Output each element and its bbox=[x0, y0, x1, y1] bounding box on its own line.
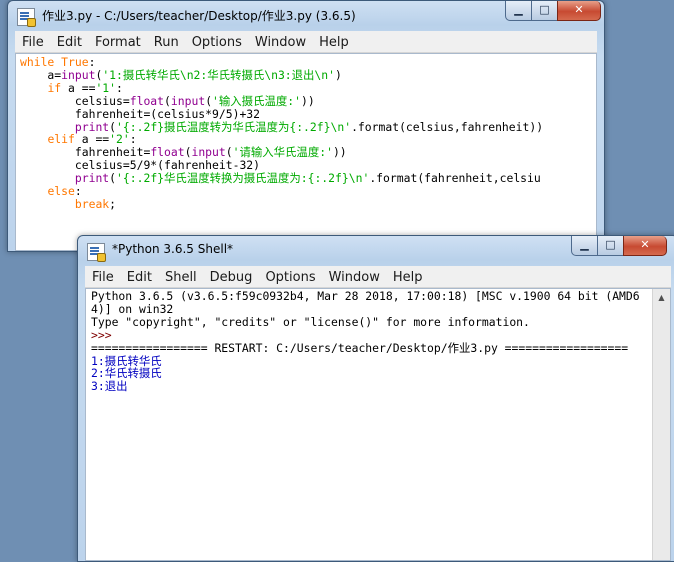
editor-code-area[interactable]: while True: a=input('1:摄氏转华氏\n2:华氏转摄氏\n3… bbox=[15, 53, 597, 251]
shell-output-line: 2:华氏转摄氏 bbox=[91, 366, 162, 381]
shell-close-button[interactable]: ✕ bbox=[623, 236, 667, 256]
code-line: elif a =='2': bbox=[47, 132, 137, 147]
menu-format[interactable]: Format bbox=[88, 32, 147, 51]
shell-line: 4)] on win32 bbox=[91, 301, 174, 316]
menu-file[interactable]: File bbox=[85, 267, 120, 286]
shell-line: Type "copyright", "credits" or "license(… bbox=[91, 314, 530, 329]
restart-banner: ================= RESTART: C:/Users/teac… bbox=[91, 340, 629, 355]
code-line: if a =='1': bbox=[47, 80, 123, 95]
code-line: print('{:.2f}华氏温度转换为摄氏温度为:{:.2f}\n'.form… bbox=[74, 171, 541, 186]
minimize-button[interactable]: ▁ bbox=[505, 1, 532, 21]
shell-maximize-button[interactable]: □ bbox=[597, 236, 624, 256]
close-icon: ✕ bbox=[574, 3, 584, 16]
editor-menubar: File Edit Format Run Options Window Help bbox=[15, 31, 597, 53]
maximize-icon: □ bbox=[539, 3, 550, 16]
menu-shell[interactable]: Shell bbox=[158, 267, 203, 286]
scroll-up-arrow-icon[interactable]: ▲ bbox=[653, 289, 670, 306]
code-line: celsius=5/9*(fahrenheit-32) bbox=[20, 158, 261, 173]
menu-debug[interactable]: Debug bbox=[203, 267, 259, 286]
menu-options[interactable]: Options bbox=[185, 32, 248, 51]
shell-output-line: 3:退出 bbox=[91, 379, 128, 394]
idle-file-icon bbox=[17, 8, 36, 27]
shell-titlebar[interactable]: *Python 3.6.5 Shell* ▁ □ ✕ bbox=[78, 236, 674, 266]
maximize-icon: □ bbox=[605, 238, 616, 251]
menu-edit[interactable]: Edit bbox=[50, 32, 88, 51]
shell-output-area[interactable]: Python 3.6.5 (v3.6.5:f59c0932b4, Mar 28 … bbox=[85, 288, 671, 561]
code-line: while True: bbox=[20, 55, 96, 69]
menu-window[interactable]: Window bbox=[322, 267, 386, 286]
menu-options[interactable]: Options bbox=[258, 267, 321, 286]
menu-file[interactable]: File bbox=[15, 32, 50, 51]
maximize-button[interactable]: □ bbox=[531, 1, 558, 21]
shell-line: Python 3.6.5 (v3.6.5:f59c0932b4, Mar 28 … bbox=[91, 289, 640, 303]
code-line: fahrenheit=(celsius*9/5)+32 bbox=[20, 106, 261, 121]
code-line: break; bbox=[74, 196, 117, 211]
menu-help[interactable]: Help bbox=[386, 267, 429, 286]
source-code: while True: a=input('1:摄氏转华氏\n2:华氏转摄氏\n3… bbox=[20, 56, 543, 211]
editor-window: 作业3.py - C:/Users/teacher/Desktop/作业3.py… bbox=[7, 0, 605, 252]
menu-edit[interactable]: Edit bbox=[120, 267, 158, 286]
python-shell-icon bbox=[87, 243, 106, 262]
shell-menubar: File Edit Shell Debug Options Window Help bbox=[85, 266, 671, 288]
shell-scrollbar[interactable]: ▲ bbox=[652, 289, 670, 560]
close-button[interactable]: ✕ bbox=[557, 1, 601, 21]
shell-minimize-button[interactable]: ▁ bbox=[571, 236, 598, 256]
minimize-icon: ▁ bbox=[514, 3, 523, 16]
shell-text: Python 3.6.5 (v3.6.5:f59c0932b4, Mar 28 … bbox=[91, 290, 640, 393]
menu-window[interactable]: Window bbox=[248, 32, 312, 51]
menu-help[interactable]: Help bbox=[312, 32, 355, 51]
code-line: print('{:.2f}摄氏温度转为华氏温度为{:.2f}\n'.format… bbox=[74, 119, 544, 134]
editor-title: 作业3.py - C:/Users/teacher/Desktop/作业3.py… bbox=[42, 9, 356, 23]
editor-titlebar[interactable]: 作业3.py - C:/Users/teacher/Desktop/作业3.py… bbox=[8, 1, 604, 31]
shell-prompt: >>> bbox=[91, 327, 119, 342]
code-line: celsius=float(input('输入摄氏温度:')) bbox=[20, 93, 315, 108]
code-line: a=input('1:摄氏转华氏\n2:华氏转摄氏\n3:退出\n') bbox=[20, 67, 342, 82]
shell-title: *Python 3.6.5 Shell* bbox=[112, 242, 234, 256]
close-icon: ✕ bbox=[640, 238, 650, 251]
minimize-icon: ▁ bbox=[580, 238, 589, 251]
shell-output-line: 1:摄氏转华氏 bbox=[91, 353, 162, 368]
code-line: fahrenheit=float(input('请输入华氏温度:')) bbox=[20, 145, 347, 160]
code-line: else: bbox=[47, 184, 82, 199]
shell-window: *Python 3.6.5 Shell* ▁ □ ✕ File Edit Shell… bbox=[77, 235, 674, 562]
menu-run[interactable]: Run bbox=[147, 32, 185, 51]
